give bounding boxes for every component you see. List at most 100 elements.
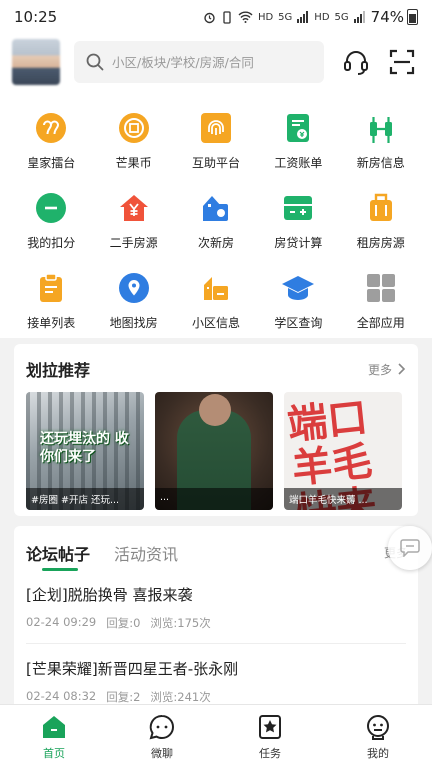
recommend-item-2[interactable]: ... <box>155 392 273 510</box>
post-views: 浏览:241次 <box>150 690 211 704</box>
bottom-tab-bar: 首页 微聊 任务 我的 <box>0 704 432 768</box>
chevron-right-icon <box>398 363 406 375</box>
grid-item-label: 互助平台 <box>191 156 240 170</box>
suitcase-icon <box>369 193 392 221</box>
post-title: [企划]脱胎换骨 喜报来袭 <box>26 586 193 604</box>
profile-icon <box>367 714 389 740</box>
grid-item-label: 皇家擂台 <box>27 156 76 170</box>
grid-item-label: 新房信息 <box>356 156 405 170</box>
signal-icon-1 <box>297 11 309 23</box>
tab-home[interactable]: 首页 <box>0 705 108 768</box>
grid-item-mutual-aid[interactable]: 互助平台 <box>175 102 257 176</box>
grid-item-school-district[interactable]: 学区查询 <box>257 262 339 336</box>
post-replies: 回复:2 <box>106 690 141 704</box>
grid-item-royal-arena[interactable]: 皇家擂台 <box>10 102 92 176</box>
grid-item-order-list[interactable]: 接单列表 <box>10 262 92 336</box>
clipboard-icon <box>40 273 63 302</box>
floating-chat-button[interactable] <box>388 526 432 570</box>
recommend-caption: ... <box>155 488 273 510</box>
vibrate-icon <box>223 10 231 24</box>
feature-grid: 皇家擂台 芒果币 互助平台 工资账单 新房信息 我的扣分 二手房源 次新房 房贷… <box>10 102 422 336</box>
grid-item-label: 地图找房 <box>109 316 158 330</box>
tab-forum-posts[interactable]: 论坛帖子 <box>26 541 90 571</box>
calculator-icon <box>284 196 313 220</box>
house-yen-icon <box>119 195 148 221</box>
recommend-more-link[interactable]: 更多 <box>368 361 406 378</box>
grid-item-label: 我的扣分 <box>27 236 76 250</box>
tab-label: 首页 <box>43 746 65 760</box>
network-5g-1: 5G <box>278 11 293 23</box>
status-bar: 10:25 HD 5G HD 5G 74% <box>0 0 432 34</box>
home-icon <box>43 715 65 738</box>
grid-item-mortgage-calc[interactable]: 房贷计算 <box>257 182 339 256</box>
grid-item-mango-coin[interactable]: 芒果币 <box>92 102 174 176</box>
building-icon <box>369 117 392 143</box>
grid-item-label: 工资账单 <box>274 156 323 170</box>
grid-item-second-hand-house[interactable]: 二手房源 <box>92 182 174 256</box>
network-hd-1: HD <box>257 11 274 23</box>
chat-icon <box>149 714 174 739</box>
avatar[interactable] <box>12 39 60 85</box>
scan-button[interactable] <box>388 48 416 76</box>
more-label: 更多 <box>367 362 392 377</box>
search-icon <box>86 53 104 71</box>
post-date: 02-24 08:32 <box>26 689 97 703</box>
status-time: 10:25 <box>14 8 58 26</box>
grid-item-map-search[interactable]: 地图找房 <box>92 262 174 336</box>
grid-item-label: 小区信息 <box>191 316 240 330</box>
forum-post[interactable]: [企划]脱胎换骨 喜报来袭 02-24 09:29 回复:0 浏览:175次 <box>26 570 406 644</box>
bill-icon <box>287 114 310 142</box>
headset-icon <box>344 51 368 75</box>
trophy-icon <box>36 113 67 143</box>
scan-icon <box>389 49 415 75</box>
tab-chat[interactable]: 微聊 <box>108 705 216 768</box>
forum-card: 论坛帖子 活动资讯 更多 [企划]脱胎换骨 喜报来袭 02-24 09:29 回… <box>14 526 432 704</box>
tab-mine[interactable]: 我的 <box>324 705 432 768</box>
tab-activity-news[interactable]: 活动资讯 <box>114 541 178 565</box>
grid-item-my-deduction[interactable]: 我的扣分 <box>10 182 92 256</box>
grid-item-community-info[interactable]: 小区信息 <box>175 262 257 336</box>
tab-label: 任务 <box>259 746 281 760</box>
recommend-caption: #房圈 #开店 还玩... <box>26 488 144 510</box>
grid-item-salary-bill[interactable]: 工资账单 <box>257 102 339 176</box>
map-pin-icon <box>118 273 149 303</box>
tab-task[interactable]: 任务 <box>216 705 324 768</box>
post-replies: 回复:0 <box>106 616 141 630</box>
grid-item-rental-house[interactable]: 租房房源 <box>340 182 422 256</box>
post-title: [芒果荣耀]新晋四星王者-张永刚 <box>26 660 239 678</box>
grid-item-new-house-info[interactable]: 新房信息 <box>340 102 422 176</box>
forum-tabs: 论坛帖子 活动资讯 <box>26 536 406 571</box>
fingerprint-icon <box>200 113 231 143</box>
coin-icon <box>118 113 149 143</box>
grid-item-label: 芒果币 <box>115 156 152 170</box>
forum-post[interactable]: [芒果荣耀]新晋四星王者-张永刚 02-24 08:32 回复:2 浏览:241… <box>26 644 406 704</box>
chat-bubble-icon <box>400 539 420 557</box>
recommend-thumbnail-head <box>199 394 231 426</box>
tab-label: 我的 <box>367 746 389 760</box>
recommend-card: 划拉推荐 更多 还玩埋汰的 收你们来了 #房圈 #开店 还玩... ... 端口… <box>14 344 418 516</box>
new-house-icon <box>202 196 228 221</box>
grid-item-label: 接单列表 <box>27 316 76 330</box>
grid-item-all-apps[interactable]: 全部应用 <box>340 262 422 336</box>
grid-item-label: 租房房源 <box>356 236 405 250</box>
feature-grid-section: 皇家擂台 芒果币 互助平台 工资账单 新房信息 我的扣分 二手房源 次新房 房贷… <box>0 90 432 338</box>
battery-icon <box>407 9 418 25</box>
search-box[interactable] <box>74 41 324 83</box>
customer-service-button[interactable] <box>342 48 370 76</box>
apps-grid-icon <box>366 274 395 302</box>
grid-item-sub-new-house[interactable]: 次新房 <box>175 182 257 256</box>
search-input[interactable] <box>112 54 312 70</box>
thumbnail-overlay-text: 还玩埋汰的 收你们来了 <box>40 431 129 465</box>
grid-item-label: 二手房源 <box>109 236 158 250</box>
recommend-item-1[interactable]: 还玩埋汰的 收你们来了 #房圈 #开店 还玩... <box>26 392 144 510</box>
main-content: 皇家擂台 芒果币 互助平台 工资账单 新房信息 我的扣分 二手房源 次新房 房贷… <box>0 90 432 704</box>
signal-icon-2 <box>353 11 365 23</box>
post-views: 浏览:175次 <box>150 616 211 630</box>
task-star-icon <box>259 714 281 739</box>
battery-percent: 74% <box>370 8 404 26</box>
graduation-cap-icon <box>282 276 315 300</box>
network-hd-2: HD <box>314 11 330 23</box>
recommend-item-3[interactable]: 端口 羊毛 快来 端口羊毛快来薅 ... <box>284 392 402 510</box>
wifi-icon <box>238 11 253 23</box>
grid-item-label: 学区查询 <box>274 316 323 330</box>
